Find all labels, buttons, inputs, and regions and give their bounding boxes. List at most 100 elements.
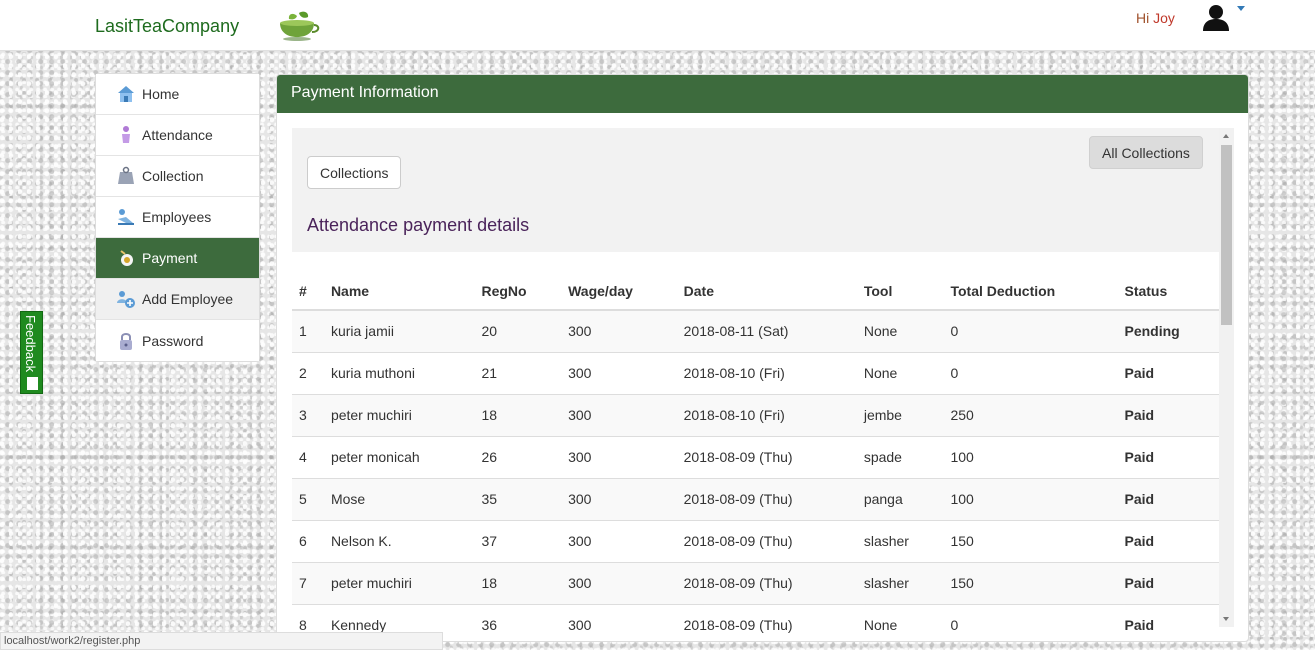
column-header: Wage/day	[561, 273, 677, 311]
status-badge: Paid	[1117, 351, 1219, 394]
sidebar-item-label: Password	[142, 332, 204, 349]
feedback-tab[interactable]: Feedback	[20, 311, 43, 394]
table-cell: None	[856, 309, 944, 352]
table-cell: 0	[943, 309, 1118, 352]
panel-header-area: Collections All Collections Attendance p…	[292, 128, 1219, 252]
table-cell: 21	[474, 351, 562, 394]
payment-icon	[116, 248, 136, 268]
tea-cup-logo-icon	[280, 11, 320, 41]
greeting-text: Hi	[1136, 10, 1150, 26]
table-cell: 300	[561, 561, 677, 604]
table-cell: 300	[561, 309, 677, 352]
table-cell: 300	[561, 519, 677, 562]
status-badge: Pending	[1117, 309, 1219, 352]
scroll-thumb[interactable]	[1221, 145, 1232, 325]
chevron-down-icon[interactable]	[1237, 6, 1245, 11]
feedback-icon	[27, 377, 38, 390]
collections-button[interactable]: Collections	[307, 156, 402, 189]
table-cell: slasher	[856, 519, 944, 562]
table-cell: Mose	[323, 477, 475, 520]
sidebar-item-add-employee[interactable]: Add Employee	[96, 279, 259, 320]
table-cell: kuria jamii	[323, 309, 475, 352]
table-cell: 1	[292, 309, 324, 352]
employees-icon	[116, 207, 136, 227]
sidebar-item-home[interactable]: Home	[96, 74, 259, 115]
status-badge: Paid	[1117, 435, 1219, 478]
top-navbar: LasitTeaCompany Hi Joy	[0, 0, 1315, 51]
column-header: RegNo	[474, 273, 562, 311]
sidebar-item-payment[interactable]: Payment	[96, 238, 259, 279]
payment-panel: Payment Information Collections All Coll…	[276, 74, 1249, 642]
browser-status-url: localhost/work2/register.php	[0, 632, 443, 650]
sidebar: Home Attendance Collection Employees Pay…	[95, 73, 260, 362]
table-cell: 300	[561, 351, 677, 394]
sidebar-item-attendance[interactable]: Attendance	[96, 115, 259, 156]
column-header: #	[292, 273, 324, 311]
sidebar-item-employees[interactable]: Employees	[96, 197, 259, 238]
table-cell: 2018-08-10 (Fri)	[676, 393, 857, 436]
sidebar-item-collection[interactable]: Collection	[96, 156, 259, 197]
table-cell: peter muchiri	[323, 393, 475, 436]
table-cell: 300	[561, 393, 677, 436]
table-cell: None	[856, 351, 944, 394]
scroll-down-icon[interactable]	[1223, 617, 1229, 621]
sidebar-item-label: Attendance	[142, 127, 213, 143]
table-cell: Nelson K.	[323, 519, 475, 562]
table-cell: 6	[292, 519, 324, 562]
collection-icon	[116, 166, 136, 186]
table-cell: kuria muthoni	[323, 351, 475, 394]
table-cell: jembe	[856, 393, 944, 436]
column-header: Tool	[856, 273, 944, 311]
scroll-up-icon[interactable]	[1223, 134, 1229, 138]
table-cell: 3	[292, 393, 324, 436]
table-row: 5 Mose 35 300 2018-08-09 (Thu) panga 100 Paid	[292, 477, 1219, 520]
table-cell: 37	[474, 519, 562, 562]
attendance-icon	[116, 125, 136, 145]
panel-body: Collections All Collections Attendance p…	[292, 128, 1234, 641]
table-cell: 150	[943, 519, 1118, 562]
table-cell: slasher	[856, 561, 944, 604]
user-avatar-icon[interactable]	[1202, 3, 1230, 31]
table-cell: 2018-08-09 (Thu)	[676, 519, 857, 562]
sidebar-item-label: Employees	[142, 209, 212, 225]
table-cell: 2018-08-09 (Thu)	[676, 603, 857, 641]
scrollbar[interactable]	[1219, 128, 1234, 627]
sidebar-item-label: Home	[142, 86, 180, 102]
table-cell: 36	[474, 603, 562, 641]
table-row: 6 Nelson K. 37 300 2018-08-09 (Thu) slasher 15…	[292, 519, 1219, 562]
table-cell: 100	[943, 477, 1118, 520]
sidebar-item-label: Add Employee	[142, 291, 234, 307]
table-cell: peter muchiri	[323, 561, 475, 604]
brand-name[interactable]: LasitTeaCompany	[95, 16, 239, 37]
table-cell: 2018-08-09 (Thu)	[676, 477, 857, 520]
table-cell: 2018-08-09 (Thu)	[676, 561, 857, 604]
table-cell: 0	[943, 603, 1118, 641]
table-cell: panga	[856, 477, 944, 520]
user-greeting: Hi Joy	[1136, 10, 1175, 26]
table-cell: spade	[856, 435, 944, 478]
table-row: 1 kuria jamii 20 300 2018-08-11 (Sat) None 0 Pe…	[292, 309, 1219, 352]
table-cell: 7	[292, 561, 324, 604]
table-cell: 18	[474, 393, 562, 436]
table-cell: 300	[561, 477, 677, 520]
table-cell: 100	[943, 435, 1118, 478]
column-header: Name	[323, 273, 475, 311]
column-header: Total Deduction	[943, 273, 1118, 311]
sidebar-item-password[interactable]: Password	[96, 320, 259, 361]
table-cell: 2018-08-09 (Thu)	[676, 435, 857, 478]
table-header-row: # Name RegNo Wage/day Date Tool Total Deductio…	[292, 273, 1219, 311]
status-badge: Paid	[1117, 603, 1219, 641]
panel-title: Payment Information	[277, 75, 1248, 113]
table-cell: 26	[474, 435, 562, 478]
sidebar-item-label: Payment	[142, 250, 198, 266]
table-row: 7 peter muchiri 18 300 2018-08-09 (Thu) slash…	[292, 561, 1219, 604]
feedback-label: Feedback	[23, 315, 38, 373]
status-badge: Paid	[1117, 561, 1219, 604]
table-row: 3 peter muchiri 18 300 2018-08-10 (Fri) jembe…	[292, 393, 1219, 436]
home-icon	[116, 84, 136, 104]
status-badge: Paid	[1117, 477, 1219, 520]
all-collections-button[interactable]: All Collections	[1089, 136, 1203, 169]
table-cell: 150	[943, 561, 1118, 604]
table-cell: 250	[943, 393, 1118, 436]
table-cell: 4	[292, 435, 324, 478]
